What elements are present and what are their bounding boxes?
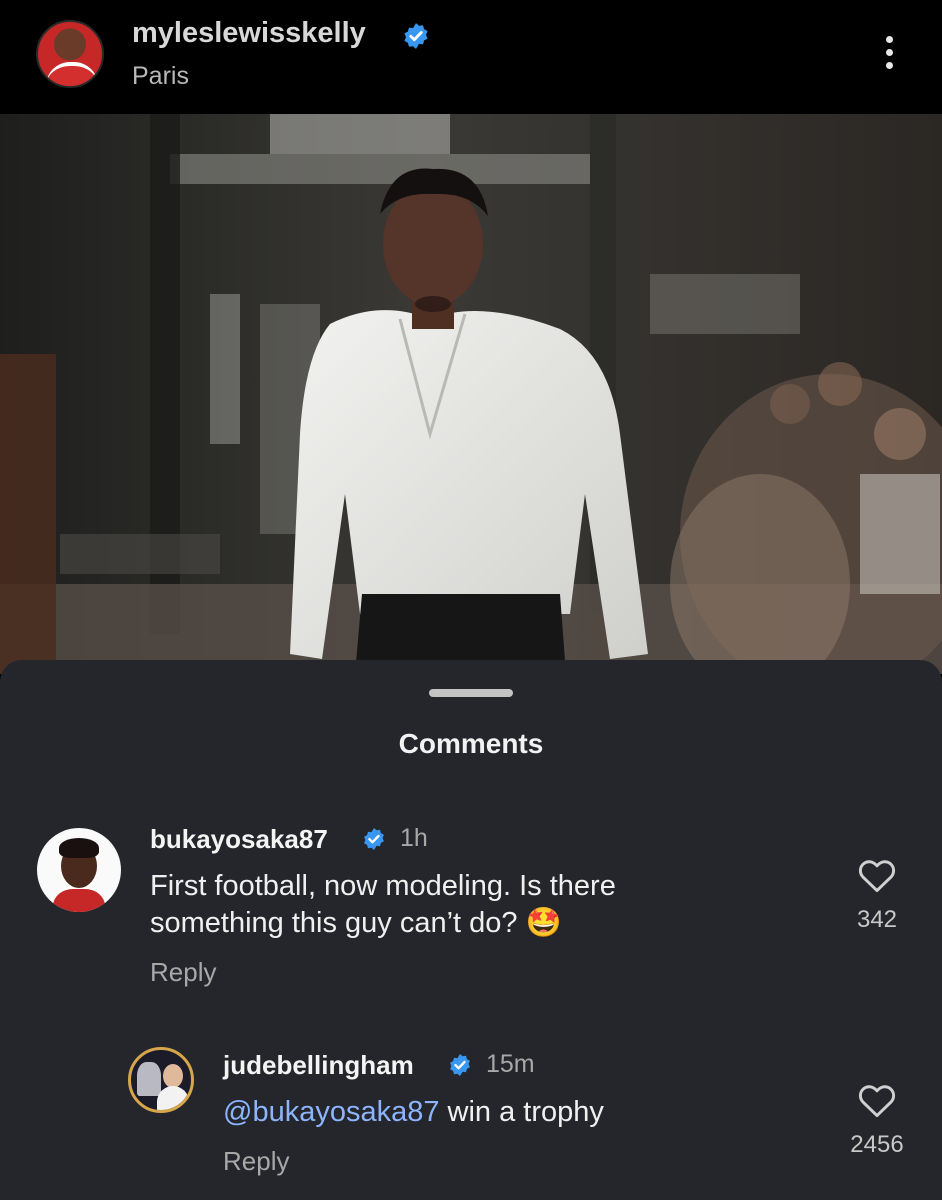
comment-text: First football, now modeling. Is there s… — [150, 868, 750, 942]
commenter-avatar[interactable] — [128, 1047, 194, 1113]
profile-avatar[interactable] — [36, 20, 104, 88]
comment-text: @bukayosaka87 win a trophy — [223, 1094, 783, 1131]
runway-photo-illustration — [0, 114, 942, 674]
comment-username[interactable]: bukayosaka87 — [150, 824, 328, 855]
more-options-icon[interactable] — [876, 36, 902, 76]
comment-username[interactable]: judebellingham — [223, 1050, 414, 1081]
mention-link[interactable]: @bukayosaka87 — [223, 1096, 439, 1128]
comment-body: win a trophy — [439, 1096, 604, 1128]
star-struck-emoji: 🤩 — [525, 907, 562, 939]
reply-button[interactable]: Reply — [223, 1146, 289, 1177]
post-photo — [0, 114, 942, 674]
post-username[interactable]: myleslewisskelly — [132, 17, 366, 50]
like-count: 342 — [856, 906, 898, 933]
verified-badge-icon — [404, 23, 428, 49]
comments-title: Comments — [398, 728, 544, 759]
post-location[interactable]: Paris — [132, 62, 189, 91]
drag-handle[interactable] — [429, 689, 513, 697]
like-heart-icon[interactable] — [857, 1082, 897, 1118]
verified-badge-icon — [364, 828, 384, 850]
like-heart-icon[interactable] — [857, 857, 897, 893]
verified-badge-icon — [450, 1054, 470, 1076]
post-header: myleslewisskelly Paris — [0, 0, 942, 114]
reply-button[interactable]: Reply — [150, 957, 216, 988]
comments-sheet: Comments bukayosaka87 1h First football,… — [0, 660, 942, 1200]
like-count: 2456 — [850, 1131, 904, 1158]
comment-timestamp: 1h — [400, 824, 428, 852]
commenter-avatar[interactable] — [37, 828, 121, 912]
comment-timestamp: 15m — [486, 1050, 535, 1078]
